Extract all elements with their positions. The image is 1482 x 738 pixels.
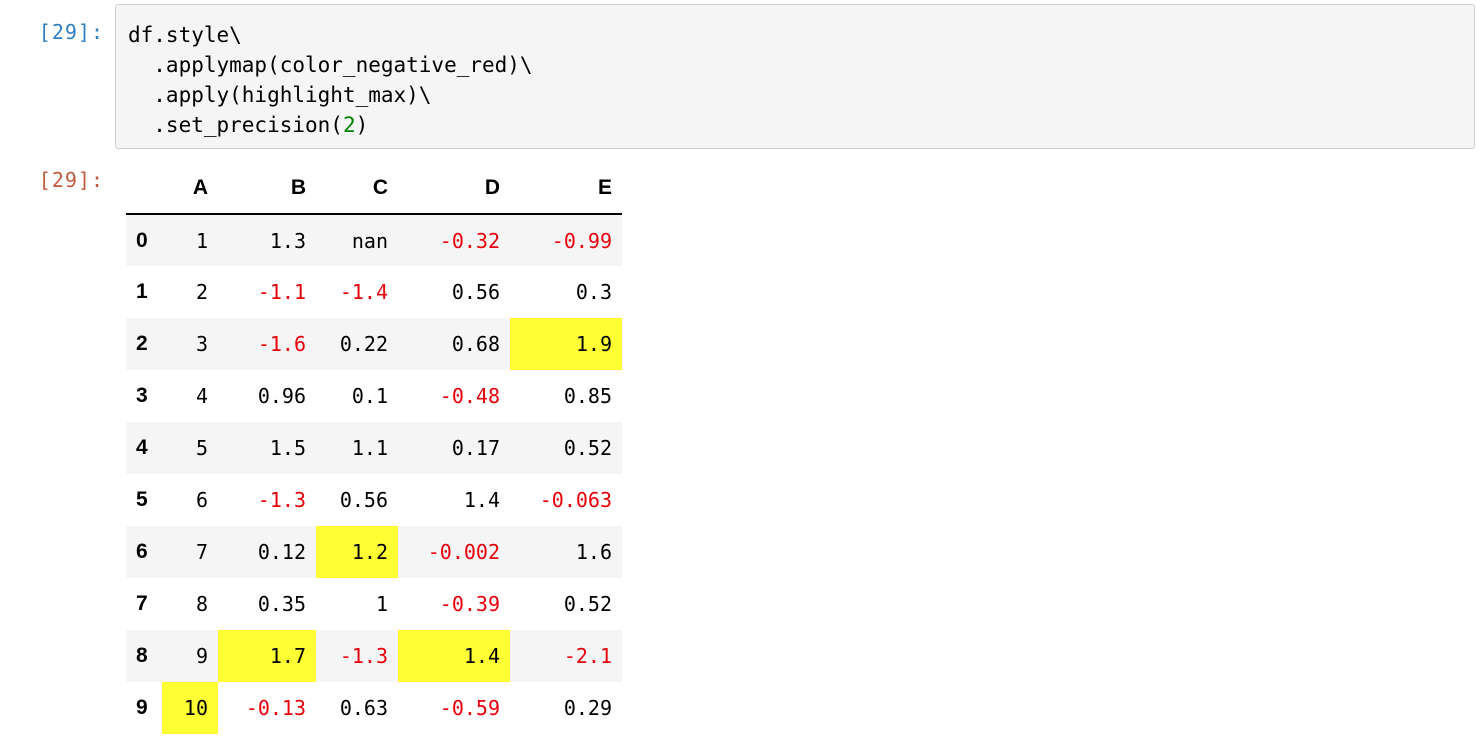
table-header-row: ABCDE (126, 162, 622, 215)
table-cell-d: 0.56 (451, 280, 500, 304)
table-cell-b: 1.3 (269, 228, 306, 253)
table-cell-c: -1.3 (339, 644, 388, 668)
table-cell-a: 3 (195, 332, 208, 356)
table-cell-b: -0.13 (245, 696, 306, 720)
table-cell-c: 0.22 (339, 332, 388, 356)
table-cell-c: 1.1 (351, 436, 388, 460)
table-cell-a: 10 (162, 682, 218, 734)
code-number-literal: 2 (342, 113, 356, 137)
table-row: 4 5 1.5 1.1 0.17 0.52 (126, 422, 622, 474)
table-cell-a: 1 (195, 228, 208, 253)
row-index: 2 (136, 332, 148, 355)
column-header-a: A (162, 162, 218, 215)
table-cell-c: nan (351, 228, 388, 253)
index-header-blank (126, 162, 162, 215)
output-prompt: [29]: (38, 168, 104, 192)
code-line-3: .apply(highlight_max)\ (128, 83, 432, 107)
table-cell-e: 1.9 (510, 318, 622, 370)
table-body: 0 1 1.3 nan -0.32 -0.99 1 2 -1.1 -1.4 0.56 0.3 2 3 -1.… (126, 214, 622, 734)
table-cell-e: 1.6 (575, 540, 612, 564)
table-row: 6 7 0.12 1.2 -0.002 1.6 (126, 526, 622, 578)
table-cell-e: -0.063 (539, 488, 612, 512)
table-cell-d: -0.002 (427, 540, 500, 564)
table-cell-c: 1.2 (316, 526, 398, 578)
table-row: 8 9 1.7 -1.3 1.4 -2.1 (126, 630, 622, 682)
table-cell-c: 1 (375, 592, 388, 616)
table-cell-e: -2.1 (563, 644, 612, 668)
table-cell-c: 0.63 (339, 696, 388, 720)
table-cell-e: -0.99 (551, 228, 612, 253)
code-line-4: .set_precision(2) (128, 113, 368, 137)
table-cell-d: -0.32 (439, 228, 500, 253)
table-cell-e: 0.29 (563, 696, 612, 720)
table-row: 3 4 0.96 0.1 -0.48 0.85 (126, 370, 622, 422)
table-cell-c: -1.4 (339, 280, 388, 304)
table-cell-c: 0.56 (339, 488, 388, 512)
table-row: 9 10 -0.13 0.63 -0.59 0.29 (126, 682, 622, 734)
table-cell-a: 9 (195, 644, 208, 668)
column-header-e: E (510, 162, 622, 215)
row-index: 8 (136, 644, 148, 667)
table-row: 2 3 -1.6 0.22 0.68 1.9 (126, 318, 622, 370)
code-line-4-prefix: .set_precision( (128, 113, 343, 137)
table-cell-d: 1.4 (398, 630, 510, 682)
styled-dataframe-table: ABCDE 0 1 1.3 nan -0.32 -0.99 1 2 -1.1 -1.4 0.56 0.… (126, 162, 622, 734)
code-text: df.style\ .applymap(color_negative_red)\… (128, 20, 533, 140)
row-index: 7 (136, 592, 148, 615)
row-index: 0 (136, 228, 148, 252)
table-cell-a: 5 (195, 436, 208, 460)
table-cell-b: -1.3 (257, 488, 306, 512)
table-cell-c: 0.1 (351, 384, 388, 408)
table-cell-b: 0.96 (257, 384, 306, 408)
row-index: 9 (136, 696, 148, 719)
table-cell-e: 0.52 (563, 592, 612, 616)
table-cell-d: 0.17 (451, 436, 500, 460)
table-cell-d: -0.39 (439, 592, 500, 616)
table-cell-d: 0.68 (451, 332, 500, 356)
code-cell-editor[interactable]: df.style\ .applymap(color_negative_red)\… (115, 4, 1475, 149)
column-header-d: D (398, 162, 510, 215)
table-cell-b: 0.35 (257, 592, 306, 616)
table-row: 7 8 0.35 1 -0.39 0.52 (126, 578, 622, 630)
code-line-4-suffix: ) (355, 113, 369, 137)
table-cell-a: 6 (195, 488, 208, 512)
table-cell-e: 0.3 (575, 280, 612, 304)
input-prompt: [29]: (38, 20, 104, 44)
table-row: 0 1 1.3 nan -0.32 -0.99 (126, 214, 622, 266)
table-cell-a: 8 (195, 592, 208, 616)
row-index: 3 (136, 384, 148, 407)
table-cell-b: 1.5 (269, 436, 306, 460)
table-cell-b: 1.7 (218, 630, 316, 682)
table-cell-a: 2 (195, 280, 208, 304)
row-index: 4 (136, 436, 148, 459)
table-cell-b: -1.1 (257, 280, 306, 304)
table-cell-a: 7 (195, 540, 208, 564)
column-header-b: B (218, 162, 316, 215)
row-index: 1 (136, 280, 148, 303)
row-index: 5 (136, 488, 148, 511)
table-cell-e: 0.85 (563, 384, 612, 408)
table-cell-e: 0.52 (563, 436, 612, 460)
table-row: 1 2 -1.1 -1.4 0.56 0.3 (126, 266, 622, 318)
table-cell-b: 0.12 (257, 540, 306, 564)
table-cell-d: -0.48 (439, 384, 500, 408)
table-row: 5 6 -1.3 0.56 1.4 -0.063 (126, 474, 622, 526)
code-line-2: .applymap(color_negative_red)\ (128, 53, 533, 77)
code-line-1: df.style\ (128, 23, 242, 47)
table-cell-b: -1.6 (257, 332, 306, 356)
table-cell-d: 1.4 (463, 488, 500, 512)
table-cell-d: -0.59 (439, 696, 500, 720)
column-header-c: C (316, 162, 398, 215)
table-cell-a: 4 (195, 384, 208, 408)
row-index: 6 (136, 540, 148, 563)
